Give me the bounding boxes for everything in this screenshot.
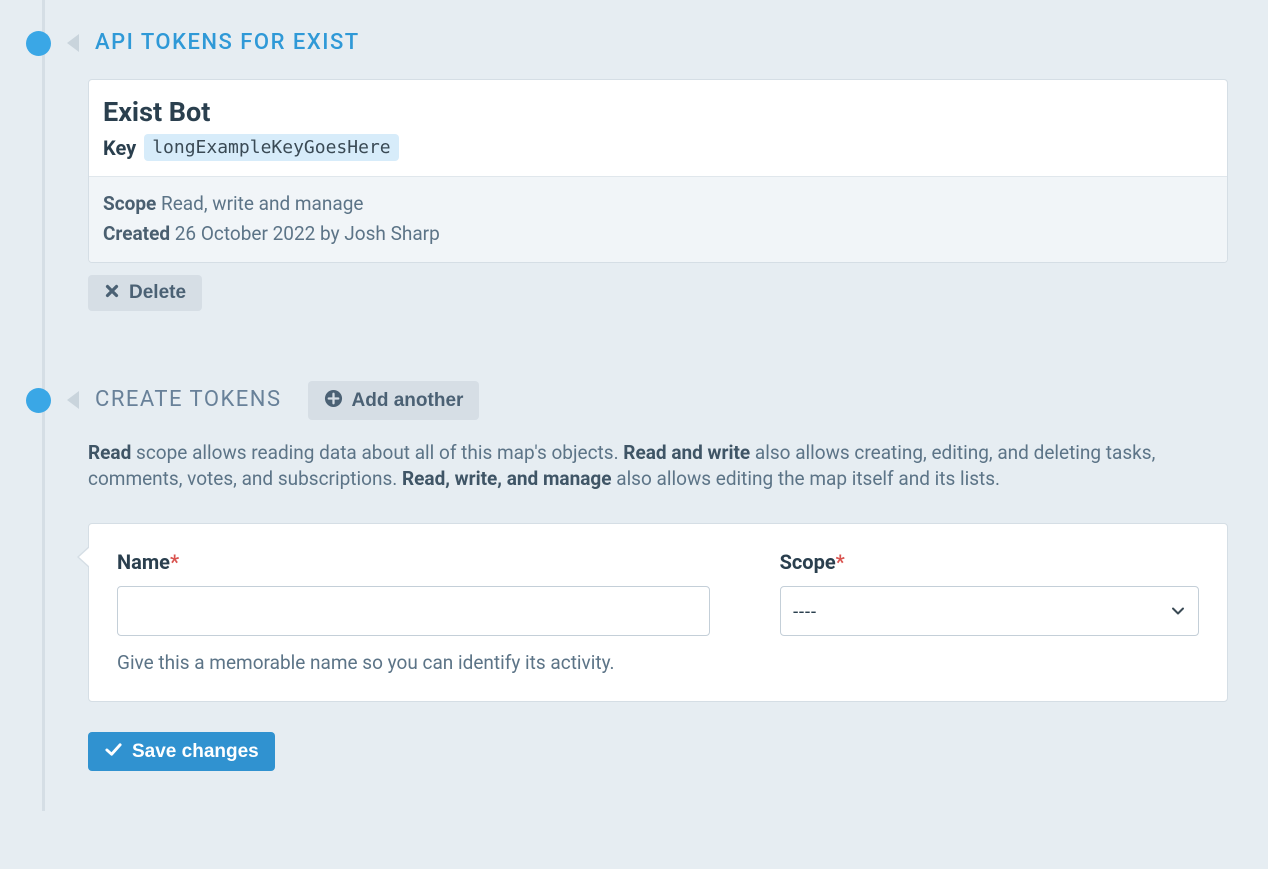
name-input[interactable] [117, 586, 710, 636]
scope-select[interactable]: ---- [780, 586, 1199, 636]
delete-button[interactable]: Delete [88, 275, 202, 311]
required-asterisk: * [836, 550, 845, 574]
required-asterisk: * [170, 550, 179, 574]
scope-help-rwm-text: also allows editing the map itself and i… [612, 467, 1001, 490]
scope-help-read-text: scope allows reading data about all of t… [131, 441, 623, 464]
scope-help-rw-bold: Read and write [623, 441, 750, 464]
scope-label-text: Scope [780, 550, 836, 574]
created-row: Created 26 October 2022 by Josh Sharp [103, 221, 1213, 248]
save-changes-label: Save changes [132, 742, 259, 761]
delete-button-label: Delete [129, 283, 186, 302]
name-label-text: Name [117, 550, 170, 574]
token-name: Exist Bot [103, 94, 1213, 132]
name-help-text: Give this a memorable name so you can id… [117, 650, 710, 677]
timeline-dot [26, 31, 51, 56]
scope-label: Scope [103, 192, 156, 215]
scope-row: Scope Read, write and manage [103, 191, 1213, 218]
plus-circle-icon [324, 389, 343, 412]
section-title-create-tokens[interactable]: CREATE TOKENS [95, 385, 282, 416]
name-field-label: Name* [117, 548, 710, 576]
create-token-form: Name* Give this a memorable name so you … [88, 523, 1228, 702]
scope-help-read-bold: Read [88, 441, 131, 464]
section-title-api-tokens[interactable]: API TOKENS FOR EXIST [95, 28, 360, 59]
timeline-dot [26, 388, 51, 413]
collapse-triangle-icon[interactable] [67, 391, 79, 409]
key-value[interactable]: longExampleKeyGoesHere [144, 134, 398, 161]
scope-help-text: Read scope allows reading data about all… [88, 440, 1228, 493]
token-card: Exist Bot Key longExampleKeyGoesHere Sco… [88, 79, 1228, 263]
check-icon [104, 740, 123, 763]
add-another-label: Add another [352, 391, 464, 410]
scope-help-rwm-bold: Read, write, and manage [402, 467, 612, 490]
scope-value: Read, write and manage [161, 192, 363, 215]
save-changes-button[interactable]: Save changes [88, 732, 275, 771]
scope-field-label: Scope* [780, 548, 1199, 576]
add-another-button[interactable]: Add another [308, 381, 480, 420]
key-label: Key [103, 134, 136, 162]
collapse-triangle-icon[interactable] [67, 34, 79, 52]
created-value: 26 October 2022 by Josh Sharp [175, 222, 440, 245]
created-label: Created [103, 222, 170, 245]
delete-icon [104, 283, 120, 303]
